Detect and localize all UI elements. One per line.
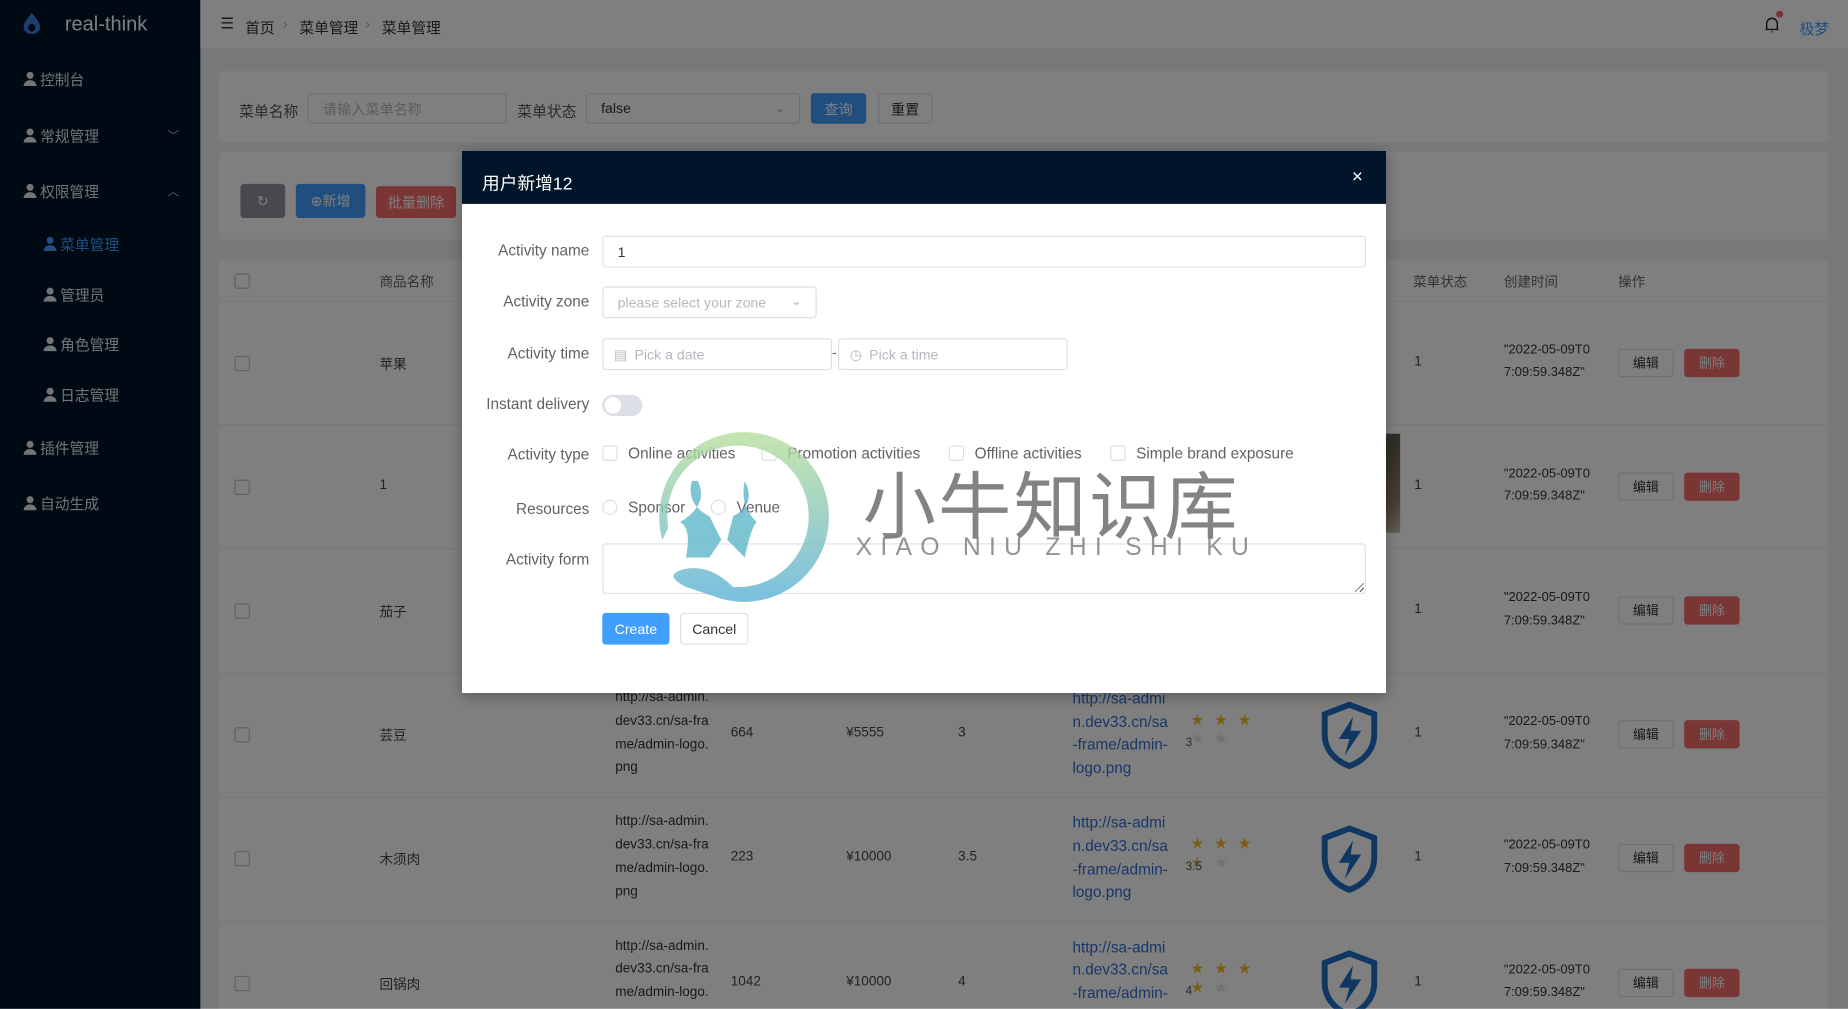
- cancel-button[interactable]: Cancel: [680, 612, 749, 645]
- time-picker-input[interactable]: ◷ Pick a time: [837, 338, 1068, 371]
- activity-name-value: 1: [617, 243, 626, 260]
- type-checkbox-offline[interactable]: Offline activities: [948, 444, 1082, 462]
- checkbox-label: Offline activities: [974, 444, 1082, 462]
- calendar-icon: ▤: [614, 345, 628, 363]
- type-checkbox-online[interactable]: Online activities: [602, 444, 735, 462]
- type-checkbox-promotion[interactable]: Promotion activities: [761, 444, 920, 462]
- create-button[interactable]: Create: [602, 612, 670, 645]
- date-picker-input[interactable]: ▤ Pick a date: [602, 338, 833, 371]
- type-checkbox-brand-exposure[interactable]: Simple brand exposure: [1110, 444, 1294, 462]
- radio-label: Sponsor: [628, 498, 686, 517]
- checkbox[interactable]: [602, 445, 618, 461]
- dialog-header: 用户新增12 ×: [461, 150, 1386, 204]
- instant-delivery-switch[interactable]: [602, 394, 643, 417]
- instant-delivery-label: Instant delivery: [486, 394, 590, 413]
- checkbox[interactable]: [761, 445, 777, 461]
- checkbox-label: Promotion activities: [787, 444, 921, 462]
- activity-name-label: Activity name: [498, 241, 590, 260]
- activity-form-label: Activity form: [505, 550, 590, 569]
- checkbox-label: Online activities: [628, 444, 736, 462]
- activity-type-label: Activity type: [507, 445, 590, 464]
- activity-zone-placeholder: please select your zone: [617, 294, 767, 311]
- time-placeholder: Pick a time: [869, 345, 939, 363]
- watermark-text: 小牛知识库: [862, 464, 1240, 551]
- radio[interactable]: [710, 499, 726, 516]
- activity-zone-label: Activity zone: [503, 292, 590, 310]
- date-placeholder: Pick a date: [634, 345, 705, 363]
- close-icon[interactable]: ×: [1352, 167, 1363, 188]
- clock-icon: ◷: [849, 345, 863, 363]
- activity-zone-select[interactable]: please select your zone ⌄: [602, 286, 817, 319]
- create-user-dialog: 用户新增12 × Activity name 1 Activity zone p…: [461, 150, 1386, 693]
- checkbox[interactable]: [1110, 445, 1126, 461]
- activity-time-label: Activity time: [507, 344, 590, 362]
- radio-label: Venue: [736, 498, 781, 517]
- time-separator: -: [832, 344, 837, 361]
- chevron-down-icon: ⌄: [791, 295, 802, 309]
- activity-form-textarea[interactable]: [602, 543, 1366, 594]
- resource-radio-venue[interactable]: Venue: [710, 498, 781, 517]
- resources-label: Resources: [516, 499, 590, 518]
- switch-knob: [604, 397, 622, 414]
- resource-radio-sponsor[interactable]: Sponsor: [602, 498, 686, 517]
- radio[interactable]: [602, 499, 618, 516]
- dialog-title: 用户新增12: [482, 174, 573, 195]
- checkbox-label: Simple brand exposure: [1136, 444, 1294, 462]
- activity-name-input[interactable]: 1: [602, 235, 1366, 268]
- checkbox[interactable]: [948, 445, 965, 461]
